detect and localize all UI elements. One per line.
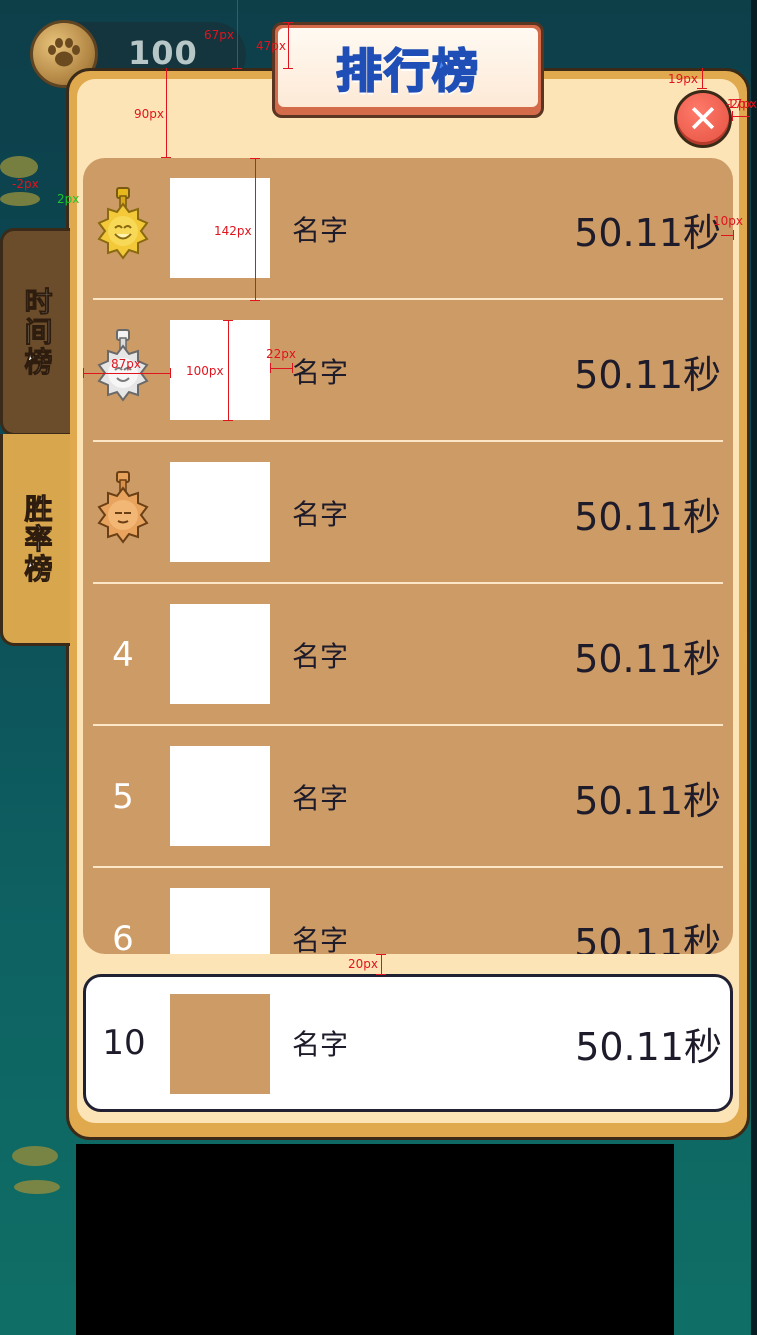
player-score: 50.11秒: [574, 636, 721, 681]
annotation: 87px: [111, 357, 141, 371]
table-row: 5 名字 50.11秒: [83, 726, 733, 868]
ranking-list[interactable]: 名字 50.11秒 名字 50.11秒 名字 50.11秒 4 名字 50.11…: [83, 158, 733, 954]
side-tabs: 时间榜 胜率榜: [0, 228, 70, 646]
ad-placeholder: [76, 1144, 674, 1335]
annotation: 47px: [256, 39, 286, 53]
annotation: 2px: [57, 192, 80, 206]
tab-label: 胜率榜: [20, 493, 54, 584]
coin-value: 100: [128, 34, 198, 72]
table-row: 名字 50.11秒: [83, 158, 733, 300]
player-score: 50.11秒: [574, 352, 721, 397]
player-name: 名字: [292, 214, 349, 247]
page-title: 排行榜: [335, 43, 480, 99]
screen-edge: [751, 0, 757, 1335]
close-icon: ✕: [687, 97, 719, 141]
player-name: 名字: [292, 924, 349, 954]
table-row: 6 名字 50.11秒: [83, 868, 733, 954]
player-name: 名字: [292, 498, 349, 531]
annotation: 142px: [214, 224, 252, 238]
my-rank-row: 10 名字 50.11秒: [83, 974, 733, 1112]
avatar: [170, 888, 270, 954]
avatar: [170, 462, 270, 562]
annotation: 90px: [134, 107, 164, 121]
player-name: 名字: [292, 640, 349, 673]
tab-time-ranking[interactable]: 时间榜: [0, 228, 70, 436]
bronze-medal-icon: [97, 471, 149, 544]
avatar: [170, 994, 270, 1094]
player-score: 50.11秒: [574, 920, 721, 955]
player-name: 名字: [292, 782, 349, 815]
tab-label: 时间榜: [20, 287, 54, 378]
rank-number: 6: [112, 919, 134, 954]
avatar: [170, 604, 270, 704]
player-name: 名字: [292, 356, 349, 389]
player-score: 50.11秒: [575, 1024, 722, 1069]
annotation: 10px: [713, 214, 743, 228]
table-row: 名字 50.11秒: [83, 300, 733, 442]
player-score: 50.11秒: [574, 210, 721, 255]
annotation: -2px: [12, 177, 39, 191]
rank-number: 5: [112, 777, 134, 817]
tab-winrate-ranking[interactable]: 胜率榜: [0, 434, 70, 646]
annotation: 20px: [348, 957, 378, 971]
gold-medal-icon: [97, 187, 149, 260]
annotation: 100px: [186, 364, 224, 378]
avatar: [170, 746, 270, 846]
player-score: 50.11秒: [574, 494, 721, 539]
annotation: 19px: [668, 72, 698, 86]
annotation: 17px: [727, 97, 757, 111]
player-name: 名字: [292, 1028, 349, 1061]
close-button[interactable]: ✕: [674, 90, 732, 148]
annotation: 67px: [204, 28, 234, 42]
title-banner: 排行榜: [272, 22, 544, 118]
player-score: 50.11秒: [574, 778, 721, 823]
rank-number: 4: [112, 635, 134, 675]
table-row: 4 名字 50.11秒: [83, 584, 733, 726]
annotation: 22px: [266, 347, 296, 361]
table-row: 名字 50.11秒: [83, 442, 733, 584]
rank-number: 10: [102, 1023, 146, 1063]
